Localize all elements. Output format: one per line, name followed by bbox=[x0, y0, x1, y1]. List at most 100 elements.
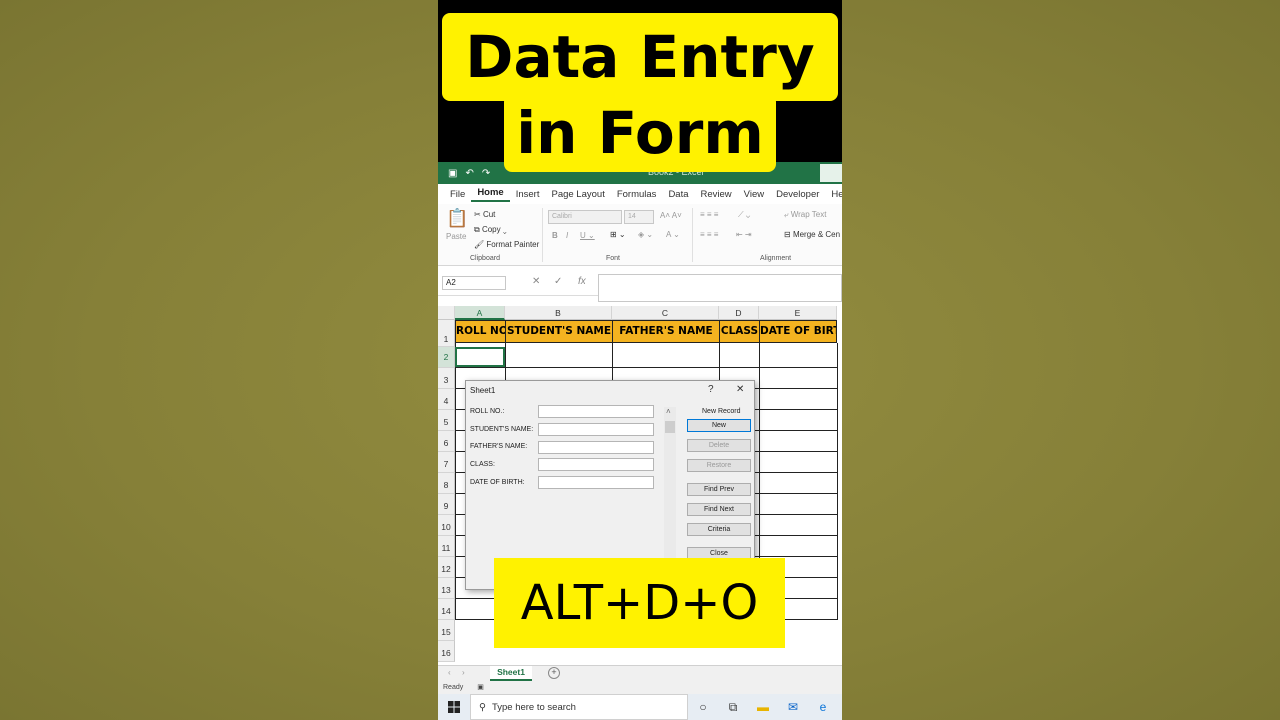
font-size-select[interactable]: 14 bbox=[624, 210, 654, 224]
bold-button[interactable]: B bbox=[552, 231, 558, 240]
find-next-button[interactable]: Find Next bbox=[687, 503, 751, 516]
font-group-label: Font bbox=[606, 255, 621, 262]
top-align-icon[interactable]: ≡ ≡ ≡ bbox=[700, 210, 718, 219]
row-header[interactable]: 5 bbox=[438, 410, 455, 431]
font-grow-shrink-icon[interactable]: A˄ A˅ bbox=[660, 211, 682, 220]
ribbon-tabs: File Home Insert Page Layout Formulas Da… bbox=[438, 184, 842, 204]
indent-icon[interactable]: ⇤ ⇥ bbox=[736, 230, 752, 239]
row-header[interactable]: 16 bbox=[438, 641, 455, 662]
paste-icon[interactable]: 📋 bbox=[446, 208, 468, 229]
insert-function-icon[interactable]: fx bbox=[578, 276, 586, 287]
roll-no-field[interactable] bbox=[538, 405, 654, 418]
add-sheet-icon[interactable]: + bbox=[548, 667, 560, 679]
sheet-nav-right-icon[interactable]: › bbox=[462, 668, 465, 677]
row-header[interactable]: 4 bbox=[438, 389, 455, 410]
column-header-e[interactable]: E bbox=[759, 306, 837, 320]
tab-home[interactable]: Home bbox=[471, 187, 510, 202]
help-button[interactable]: ? bbox=[708, 384, 714, 395]
close-icon[interactable]: ✕ bbox=[736, 384, 744, 395]
active-cell-a2[interactable] bbox=[455, 347, 505, 367]
column-header-b[interactable]: B bbox=[505, 306, 612, 320]
paste-label[interactable]: Paste bbox=[446, 232, 466, 241]
file-explorer-icon[interactable]: ▬ bbox=[748, 694, 778, 720]
tab-page-layout[interactable]: Page Layout bbox=[545, 189, 610, 200]
taskbar-search-input[interactable]: ⚲ Type here to search bbox=[470, 694, 688, 720]
formula-input[interactable] bbox=[598, 274, 842, 302]
tab-formulas[interactable]: Formulas bbox=[611, 189, 663, 200]
header-cell-date-of-birth[interactable]: DATE OF BIRTH bbox=[759, 320, 837, 343]
cortana-icon[interactable]: ○ bbox=[688, 694, 718, 720]
wrap-text-label: Wrap Text bbox=[790, 210, 827, 219]
row-header[interactable]: 8 bbox=[438, 473, 455, 494]
row-header[interactable]: 10 bbox=[438, 515, 455, 536]
tab-developer[interactable]: Developer bbox=[770, 189, 825, 200]
underline-button[interactable]: U ⌄ bbox=[580, 231, 595, 240]
tab-help[interactable]: Hel bbox=[825, 189, 842, 200]
tab-view[interactable]: View bbox=[738, 189, 770, 200]
scroll-up-icon[interactable]: ˄ bbox=[666, 407, 671, 416]
undo-icon[interactable]: ↶ bbox=[465, 168, 473, 179]
sheet-nav-left-icon[interactable]: ‹ bbox=[448, 668, 451, 677]
fill-color-icon[interactable]: ◈ ⌄ bbox=[638, 230, 653, 239]
delete-button[interactable]: Delete bbox=[687, 439, 751, 452]
tab-file[interactable]: File bbox=[444, 189, 471, 200]
field-label-student-name: STUDENT'S NAME: bbox=[470, 426, 534, 433]
font-name-select[interactable]: Calibri bbox=[548, 210, 622, 224]
header-cell-roll-no[interactable]: ROLL NO. bbox=[455, 320, 506, 343]
header-cell-father-name[interactable]: FATHER'S NAME bbox=[612, 320, 720, 343]
search-icon[interactable] bbox=[820, 164, 842, 182]
sheet-tab-sheet1[interactable]: Sheet1 bbox=[490, 666, 532, 681]
cut-button[interactable]: ✂ Cut bbox=[474, 210, 495, 219]
enter-icon[interactable]: ✓ bbox=[554, 276, 562, 287]
copy-label: Copy bbox=[481, 225, 501, 234]
row-header[interactable]: 12 bbox=[438, 557, 455, 578]
windows-start-icon[interactable] bbox=[438, 694, 470, 720]
cancel-icon[interactable]: ✕ bbox=[532, 276, 540, 287]
borders-icon[interactable]: ⊞ ⌄ bbox=[610, 230, 626, 239]
column-header-c[interactable]: C bbox=[612, 306, 719, 320]
row-header[interactable]: 7 bbox=[438, 452, 455, 473]
tab-data[interactable]: Data bbox=[662, 189, 694, 200]
new-button[interactable]: New bbox=[687, 419, 751, 432]
row-header[interactable]: 6 bbox=[438, 431, 455, 452]
font-color-icon[interactable]: A ⌄ bbox=[666, 230, 680, 239]
date-of-birth-field[interactable] bbox=[538, 476, 654, 489]
criteria-button[interactable]: Criteria bbox=[687, 523, 751, 536]
italic-button[interactable]: I bbox=[566, 231, 568, 240]
header-cell-student-name[interactable]: STUDENT'S NAME bbox=[505, 320, 613, 343]
left-align-icon[interactable]: ≡ ≡ ≡ bbox=[700, 230, 718, 239]
class-field[interactable] bbox=[538, 458, 654, 471]
row-header[interactable]: 11 bbox=[438, 536, 455, 557]
select-all-corner[interactable] bbox=[438, 306, 455, 320]
task-view-icon[interactable]: ⧉ bbox=[718, 694, 748, 720]
row-header[interactable]: 9 bbox=[438, 494, 455, 515]
save-icon[interactable]: ▣ bbox=[448, 168, 457, 179]
name-box[interactable]: A2 bbox=[442, 276, 506, 290]
row-header[interactable]: 2 bbox=[438, 347, 455, 368]
column-header-d[interactable]: D bbox=[719, 306, 759, 320]
find-prev-button[interactable]: Find Prev bbox=[687, 483, 751, 496]
row-header[interactable]: 1 bbox=[438, 320, 455, 347]
orientation-icon[interactable]: ⟋ ⌄ bbox=[738, 210, 750, 220]
mail-icon[interactable]: ✉ bbox=[778, 694, 808, 720]
father-name-field[interactable] bbox=[538, 441, 654, 454]
tab-review[interactable]: Review bbox=[695, 189, 738, 200]
row-header[interactable]: 3 bbox=[438, 368, 455, 389]
header-cell-class[interactable]: CLASS bbox=[719, 320, 760, 343]
row-header[interactable]: 13 bbox=[438, 578, 455, 599]
tab-insert[interactable]: Insert bbox=[510, 189, 546, 200]
ribbon: 📋 Paste ✂ Cut ⧉ Copy ⌄ 🖌 Format Painter … bbox=[438, 204, 842, 266]
student-name-field[interactable] bbox=[538, 423, 654, 436]
scroll-thumb[interactable] bbox=[665, 421, 675, 433]
row-header[interactable]: 15 bbox=[438, 620, 455, 641]
wrap-text-button[interactable]: ⤶ Wrap Text bbox=[784, 210, 826, 220]
accessibility-icon[interactable]: ▣ bbox=[477, 684, 484, 691]
copy-button[interactable]: ⧉ Copy ⌄ bbox=[474, 225, 507, 235]
column-header-a[interactable]: A bbox=[455, 306, 505, 320]
restore-button[interactable]: Restore bbox=[687, 459, 751, 472]
row-header[interactable]: 14 bbox=[438, 599, 455, 620]
format-painter-button[interactable]: 🖌 Format Painter bbox=[474, 240, 539, 249]
redo-icon[interactable]: ↷ bbox=[482, 168, 490, 179]
edge-icon[interactable]: e bbox=[808, 694, 838, 720]
merge-center-button[interactable]: ⊟ Merge & Cen bbox=[784, 230, 840, 239]
